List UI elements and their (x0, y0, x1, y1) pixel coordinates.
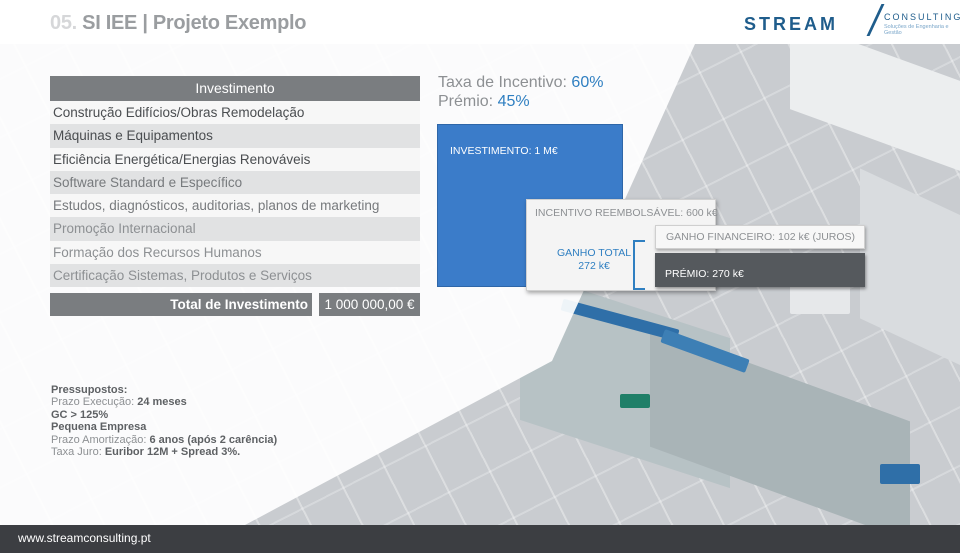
table-row: Software Standard e Específico (50, 170, 420, 195)
taxa-value: 60% (571, 74, 604, 91)
ganho-bracket (633, 240, 645, 290)
investimento-label: INVESTIMENTO: 1 M€ (450, 145, 558, 157)
premio-rate: Prémio: 45% (438, 92, 603, 111)
table-row: Máquinas e Equipamentos (50, 124, 420, 148)
ganho-total-value: 272 k€ (578, 260, 610, 272)
taxa-incentivo: Taxa de Incentivo: 60% (438, 73, 603, 92)
amortizacao-label: Prazo Amortização: (51, 433, 150, 446)
table-row: Construção Edifícios/Obras Remodelação (50, 101, 420, 125)
footer: www.streamconsulting.pt (0, 525, 960, 553)
table-row: Estudos, diagnósticos, auditorias, plano… (50, 194, 420, 218)
incentive-rates: Taxa de Incentivo: 60% Prémio: 45% (438, 73, 603, 111)
total-label: Total de Investimento (50, 293, 312, 316)
table-row: Formação dos Recursos Humanos (50, 240, 420, 265)
amortizacao-value: 6 anos (após 2 carência) (149, 433, 278, 446)
taxa-label: Taxa de Incentivo: (438, 74, 572, 91)
logo-wordmark: STREAM (744, 14, 838, 34)
header: 05. SI IEE | Projeto Exemplo STREAM CONS… (0, 0, 960, 44)
table-row: Eficiência Energética/Energias Renovávei… (50, 147, 420, 171)
machine (620, 394, 650, 408)
premio-box-label: PRÉMIO: 270 k€ (665, 268, 744, 280)
page-title: 05. SI IEE | Projeto Exemplo (50, 12, 306, 35)
total-value: 1 000 000,00 € (319, 293, 420, 316)
premio-value: 45% (497, 93, 530, 110)
total-row: Total de Investimento 1 000 000,00 € (50, 293, 420, 316)
table-row: Promoção Internacional (50, 217, 420, 241)
gc-value: GC > 125% (51, 408, 109, 421)
logo-tagline: Soluções de Engenharia e Gestão (884, 24, 949, 36)
ganho-financeiro-label: GANHO FINANCEIRO: 102 k€ (JUROS) (666, 231, 856, 243)
taxa-juro-value: Euribor 12M + Spread 3%. (104, 446, 241, 459)
table-row: Certificação Sistemas, Produtos e Serviç… (50, 264, 420, 288)
logo-slash-icon (866, 4, 885, 36)
premio-box: PRÉMIO: 270 k€ (655, 253, 865, 287)
taxa-juro-label: Taxa Juro: (51, 446, 105, 459)
prazo-label: Prazo Execução: (51, 396, 138, 409)
website-link[interactable]: www.streamconsulting.pt (18, 531, 151, 545)
investment-table: Investimento Construção Edifícios/Obras … (50, 76, 420, 288)
ganho-total-label: GANHO TOTAL (557, 247, 632, 259)
title-text: SI IEE | Projeto Exemplo (82, 12, 307, 34)
prazo-value: 24 meses (137, 396, 187, 409)
ganho-total: GANHO TOTAL 272 k€ (557, 247, 631, 273)
table-heading: Investimento (50, 76, 420, 101)
pressupostos: Pressupostos: Prazo Execução: 24 meses G… (51, 384, 277, 458)
incentivo-label: INCENTIVO REEMBOLSÁVEL: 600 k€ (535, 207, 718, 219)
empresa-value: Pequena Empresa (51, 421, 147, 434)
stream-consulting-logo: STREAM CONSULTING Soluções de Engenharia… (744, 4, 960, 40)
logo-consulting: CONSULTING (884, 12, 960, 22)
machine (880, 464, 920, 484)
premio-label: Prémio: (438, 93, 498, 110)
pressupostos-title: Pressupostos: (51, 384, 128, 396)
title-number: 05. (50, 12, 77, 34)
ganho-financeiro-box: GANHO FINANCEIRO: 102 k€ (JUROS) (655, 225, 865, 249)
